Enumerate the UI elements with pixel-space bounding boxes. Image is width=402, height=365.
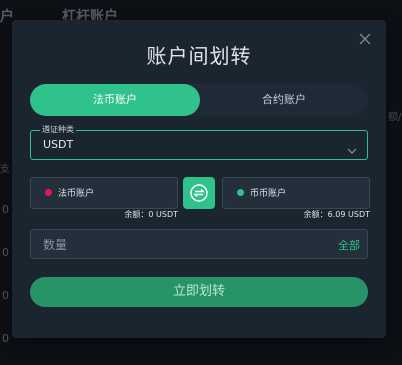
to-account-select[interactable]: 币币账户 [222, 177, 370, 209]
all-amount-button[interactable]: 全部 [338, 237, 360, 253]
currency-select-label: 遴证种类 [40, 124, 76, 136]
swap-accounts-button[interactable] [183, 177, 215, 209]
from-account-dot [45, 189, 52, 196]
tab-fiat-account[interactable]: 法币账户 [30, 84, 200, 116]
from-account-balance: 余额：0 USDT [124, 210, 178, 219]
chevron-down-icon[interactable] [347, 140, 357, 154]
currency-select[interactable]: 遴证种类 USDT [30, 124, 368, 160]
account-tabs: 法币账户 合约账户 [30, 84, 368, 116]
amount-input[interactable] [41, 235, 305, 255]
amount-field: 全部 [30, 229, 368, 259]
transfer-modal: 账户间划转 法币账户 合约账户 遴证种类 USDT 法币账户 币币账户 余额：0… [12, 20, 386, 338]
modal-title: 账户间划转 [146, 44, 252, 68]
to-account-balance: 余额：6.09 USDT [303, 210, 370, 219]
transfer-submit-button[interactable]: 立即划转 [30, 277, 368, 307]
to-account-label: 币币账户 [250, 189, 287, 199]
from-account-select[interactable]: 法币账户 [30, 177, 178, 209]
tab-contract-account[interactable]: 合约账户 [200, 84, 368, 116]
currency-select-value: USDT [43, 138, 74, 151]
from-account-label: 法币账户 [58, 189, 95, 199]
swap-icon [190, 184, 208, 202]
to-account-dot [237, 189, 244, 196]
